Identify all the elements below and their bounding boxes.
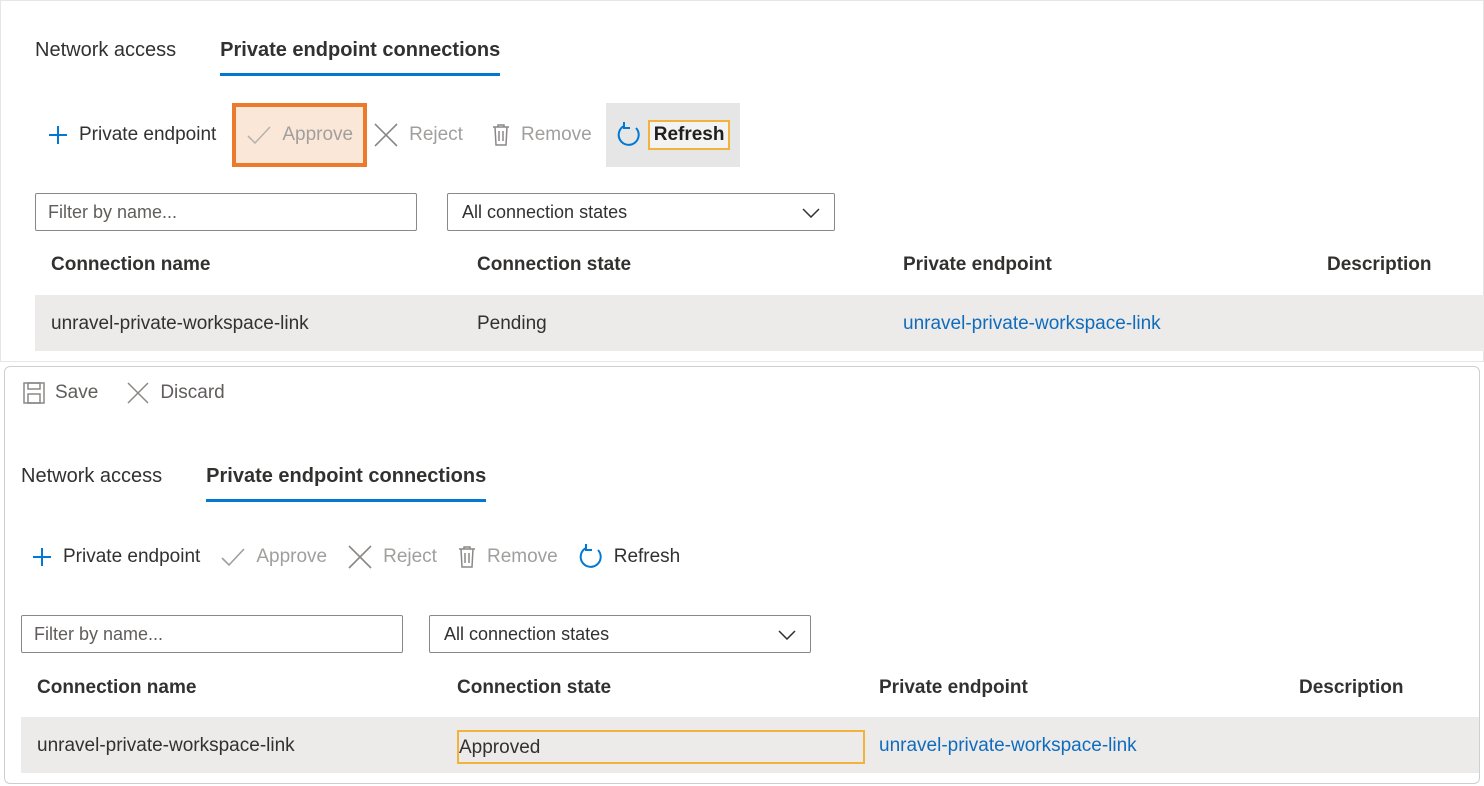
filter-by-name-input[interactable] [35,193,417,231]
tab-network-access[interactable]: Network access [21,465,162,502]
connection-state-dropdown[interactable]: All connection states [447,193,835,231]
chevron-down-icon [802,202,820,223]
header-connection-state: Connection state [457,677,612,698]
row-connection-state: Pending [477,313,547,334]
bottom-panel: Save Discard Network access Private endp… [4,366,1480,784]
remove-label: Remove [520,124,592,145]
add-private-endpoint-label: Private endpoint [63,546,201,567]
save-button[interactable]: Save [23,375,106,411]
chevron-down-icon [778,624,796,645]
row-private-endpoint-link[interactable]: unravel-private-workspace-link [903,313,1161,335]
top-panel: Network access Private endpoint connecti… [0,0,1484,362]
connection-state-selected: All connection states [462,201,628,222]
top-toolbar: Private endpoint Approve Reject Remove R… [37,103,741,167]
trash-icon [491,123,511,147]
approve-label: Approve [282,124,354,145]
reject-button[interactable]: Reject [367,103,473,167]
header-description: Description [1299,677,1404,698]
reject-label: Reject [409,124,463,145]
add-private-endpoint-button[interactable]: Private endpoint [37,103,226,167]
row-private-endpoint-link[interactable]: unravel-private-workspace-link [879,735,1137,757]
tab-network-access[interactable]: Network access [35,39,176,76]
header-connection-name: Connection name [51,254,211,275]
close-icon [347,544,373,570]
refresh-icon [578,544,604,570]
row-connection-name: unravel-private-workspace-link [37,735,295,756]
refresh-label: Refresh [613,546,681,567]
refresh-label: Refresh [647,120,731,150]
header-connection-name: Connection name [37,677,197,698]
header-description: Description [1327,254,1432,275]
reject-button[interactable]: Reject [337,535,447,579]
table-row[interactable]: unravel-private-workspace-link Pending u… [35,295,1484,351]
add-private-endpoint-button[interactable]: Private endpoint [25,535,210,579]
header-connection-state: Connection state [477,254,632,275]
plus-icon [47,124,69,146]
top-tabs: Network access Private endpoint connecti… [35,39,544,76]
tab-private-endpoint-connections[interactable]: Private endpoint connections [206,465,487,502]
approve-label: Approve [256,546,328,567]
connection-state-dropdown[interactable]: All connection states [429,615,811,653]
refresh-button[interactable]: Refresh [605,103,741,167]
discard-label: Discard [160,382,225,403]
add-private-endpoint-label: Private endpoint [79,124,217,145]
refresh-button[interactable]: Refresh [568,535,691,579]
close-icon [126,381,150,405]
trash-icon [457,545,477,569]
save-bar: Save Discard [23,375,253,411]
discard-button[interactable]: Discard [126,375,232,411]
save-icon [23,382,45,404]
remove-button[interactable]: Remove [481,103,602,167]
bottom-tabs: Network access Private endpoint connecti… [21,465,530,502]
approve-button[interactable]: Approve [210,535,337,579]
table-row[interactable]: unravel-private-workspace-link Approved … [21,717,1479,773]
header-private-endpoint: Private endpoint [879,677,1028,698]
approve-button[interactable]: Approve [232,103,368,167]
header-private-endpoint: Private endpoint [903,254,1052,275]
bottom-toolbar: Private endpoint Approve Reject Remove R… [25,535,690,579]
save-label: Save [55,382,99,403]
connection-state-selected: All connection states [444,623,610,644]
filter-by-name-input[interactable] [21,615,403,653]
close-icon [373,122,399,148]
checkmark-icon [220,547,246,567]
remove-label: Remove [486,546,558,567]
plus-icon [31,546,53,568]
reject-label: Reject [383,546,437,567]
tab-private-endpoint-connections[interactable]: Private endpoint connections [220,39,501,76]
row-connection-state: Approved [457,730,865,764]
refresh-icon [616,122,642,148]
row-connection-name: unravel-private-workspace-link [51,313,309,334]
checkmark-icon [246,125,272,145]
remove-button[interactable]: Remove [447,535,568,579]
